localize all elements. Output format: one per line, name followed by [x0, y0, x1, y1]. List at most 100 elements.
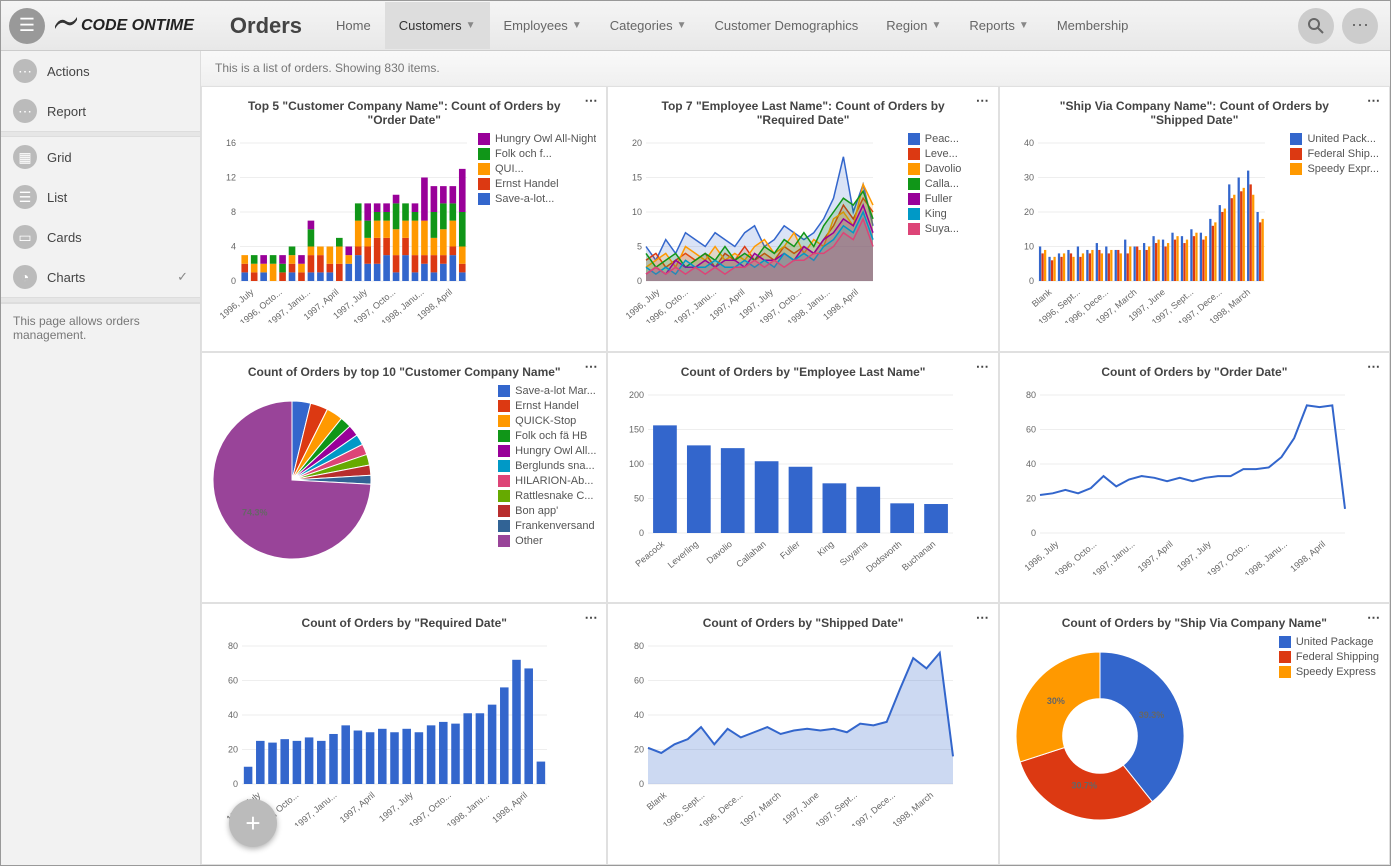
svg-text:20: 20: [1026, 493, 1036, 503]
chart-menu-button[interactable]: ⋯: [976, 359, 990, 375]
sidebar-view-list[interactable]: ☰List: [1, 177, 200, 217]
legend-item[interactable]: Hungry Owl All-Night: [478, 133, 596, 145]
sidebar-actions[interactable]: ⋯ Actions: [1, 51, 200, 91]
chart-menu-button[interactable]: ⋯: [1367, 93, 1381, 109]
legend-swatch: [498, 415, 510, 427]
chart-menu-button[interactable]: ⋯: [1367, 610, 1381, 626]
status-bar: This is a list of orders. Showing 830 it…: [201, 51, 1390, 86]
legend-item[interactable]: Save-a-lot Mar...: [498, 385, 596, 397]
chart-plot[interactable]: 010203040Blank1996, Sept...1996, Dece...…: [1010, 133, 1285, 326]
legend-item[interactable]: Other: [498, 535, 596, 547]
chart-legend: Save-a-lot Mar... Ernst Handel QUICK-Stop F…: [498, 385, 596, 578]
svg-text:20: 20: [228, 745, 238, 755]
svg-text:40: 40: [228, 710, 238, 720]
legend-swatch: [498, 400, 510, 412]
sidebar-report[interactable]: ⋯ Report: [1, 91, 200, 131]
legend-item[interactable]: Berglunds sna...: [498, 460, 596, 472]
svg-text:Callahan: Callahan: [735, 539, 769, 569]
chart-plot[interactable]: 050100150200PeacockLeverlingDavolioCalla…: [618, 385, 987, 578]
legend-item[interactable]: Ernst Handel: [478, 178, 596, 190]
legend-item[interactable]: Calla...: [908, 178, 988, 190]
svg-text:40: 40: [1026, 459, 1036, 469]
svg-text:4: 4: [231, 242, 236, 252]
nav-customers[interactable]: Customers▼: [385, 2, 490, 49]
chart-plot[interactable]: 020406080Blank1996, Sept...1996, Dece...…: [618, 636, 987, 829]
chart-title: Count of Orders by "Required Date": [212, 616, 596, 630]
nav-categories[interactable]: Categories▼: [596, 2, 701, 49]
svg-text:Dodsworth: Dodsworth: [865, 539, 904, 574]
legend-item[interactable]: Fuller: [908, 193, 988, 205]
svg-text:0: 0: [1031, 528, 1036, 538]
legend-item[interactable]: Folk och f...: [478, 148, 596, 160]
sidebar-view-cards[interactable]: ▭Cards: [1, 217, 200, 257]
chart-menu-button[interactable]: ⋯: [584, 93, 598, 109]
legend-item[interactable]: HILARION-Ab...: [498, 475, 596, 487]
sidebar-view-charts[interactable]: ◔Charts✓: [1, 257, 200, 297]
chart-menu-button[interactable]: ⋯: [976, 93, 990, 109]
legend-item[interactable]: United Pack...: [1290, 133, 1379, 145]
legend-item[interactable]: Frankenversand: [498, 520, 596, 532]
add-fab[interactable]: +: [229, 799, 277, 847]
svg-text:Fuller: Fuller: [779, 539, 803, 561]
svg-text:Blank: Blank: [1030, 287, 1054, 309]
chart-menu-button[interactable]: ⋯: [976, 610, 990, 626]
chart-plot[interactable]: 39.3%30.7%30%: [1010, 636, 1273, 839]
legend-item[interactable]: Federal Ship...: [1290, 148, 1379, 160]
legend-swatch: [498, 385, 510, 397]
svg-text:0: 0: [1029, 276, 1034, 286]
search-button[interactable]: [1298, 8, 1334, 44]
more-button[interactable]: ⋯: [1342, 8, 1378, 44]
chart-plot[interactable]: 74.3%: [212, 385, 492, 578]
legend-item[interactable]: Ernst Handel: [498, 400, 596, 412]
chart-card: ⋯Count of Orders by "Order Date"02040608…: [999, 352, 1390, 604]
chart-plot[interactable]: 0204060801996, July1996, Octo...1997, Ja…: [212, 636, 596, 829]
nav-home[interactable]: Home: [322, 2, 385, 49]
legend-item[interactable]: Suya...: [908, 223, 988, 235]
legend-item[interactable]: Davolio: [908, 163, 988, 175]
chart-title: Top 7 "Employee Last Name": Count of Ord…: [618, 99, 987, 127]
legend-item[interactable]: United Package: [1279, 636, 1379, 648]
actions-icon: ⋯: [13, 59, 37, 83]
svg-text:10: 10: [632, 207, 642, 217]
list-icon: ☰: [13, 185, 37, 209]
chart-plot[interactable]: 0204060801996, July1996, Octo...1997, Ja…: [1010, 385, 1379, 578]
legend-item[interactable]: Peac...: [908, 133, 988, 145]
svg-text:40: 40: [1024, 138, 1034, 148]
menu-button[interactable]: ☰: [9, 8, 45, 44]
nav-reports[interactable]: Reports▼: [955, 2, 1042, 49]
nav-customer-demographics[interactable]: Customer Demographics: [701, 2, 873, 49]
legend-swatch: [1279, 636, 1291, 648]
chart-menu-button[interactable]: ⋯: [584, 610, 598, 626]
svg-text:30: 30: [1024, 173, 1034, 183]
legend-item[interactable]: Speedy Expr...: [1290, 163, 1379, 175]
legend-item[interactable]: Leve...: [908, 148, 988, 160]
chart-menu-button[interactable]: ⋯: [1367, 359, 1381, 375]
chart-title: "Ship Via Company Name": Count of Orders…: [1010, 99, 1379, 127]
legend-swatch: [498, 505, 510, 517]
legend-item[interactable]: Save-a-lot...: [478, 193, 596, 205]
svg-text:1998, April: 1998, April: [490, 790, 529, 825]
legend-item[interactable]: Rattlesnake C...: [498, 490, 596, 502]
chart-title: Top 5 "Customer Company Name": Count of …: [212, 99, 596, 127]
chart-plot[interactable]: 04812161996, July1996, Octo...1997, Janu…: [212, 133, 472, 326]
svg-text:1998, Janu...: 1998, Janu...: [1243, 539, 1289, 575]
legend-item[interactable]: QUICK-Stop: [498, 415, 596, 427]
nav-region[interactable]: Region▼: [872, 2, 955, 49]
sidebar-view-grid[interactable]: ▦Grid: [1, 137, 200, 177]
chart-menu-button[interactable]: ⋯: [584, 359, 598, 375]
legend-item[interactable]: Hungry Owl All...: [498, 445, 596, 457]
chart-card: ⋯Top 5 "Customer Company Name": Count of…: [201, 86, 607, 352]
legend-swatch: [908, 178, 920, 190]
legend-item[interactable]: Federal Shipping: [1279, 651, 1379, 663]
nav-employees[interactable]: Employees▼: [490, 2, 596, 49]
svg-text:1998, April: 1998, April: [1288, 539, 1327, 574]
legend-item[interactable]: Bon app': [498, 505, 596, 517]
legend-item[interactable]: QUI...: [478, 163, 596, 175]
nav-membership[interactable]: Membership: [1043, 2, 1143, 49]
legend-item[interactable]: King: [908, 208, 988, 220]
legend-swatch: [1290, 148, 1302, 160]
legend-item[interactable]: Folk och fä HB: [498, 430, 596, 442]
svg-text:1996, Sept...: 1996, Sept...: [661, 790, 707, 826]
legend-item[interactable]: Speedy Express: [1279, 666, 1379, 678]
chart-plot[interactable]: 051015201996, July1996, Octo...1997, Jan…: [618, 133, 901, 326]
